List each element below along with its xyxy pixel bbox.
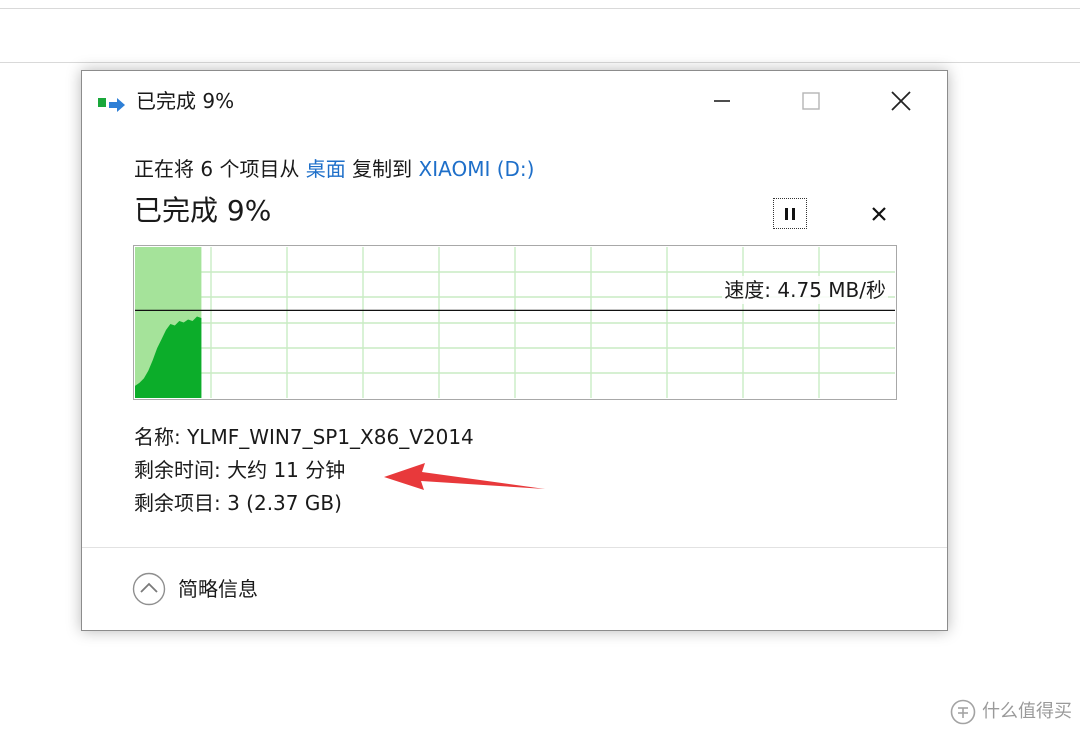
- watermark: 什么值得买: [950, 699, 1072, 725]
- smzdm-logo-icon: [950, 699, 976, 725]
- annotation-layer: [384, 463, 545, 490]
- red-annotation-arrow: [384, 463, 545, 490]
- watermark-text: 什么值得买: [982, 701, 1072, 722]
